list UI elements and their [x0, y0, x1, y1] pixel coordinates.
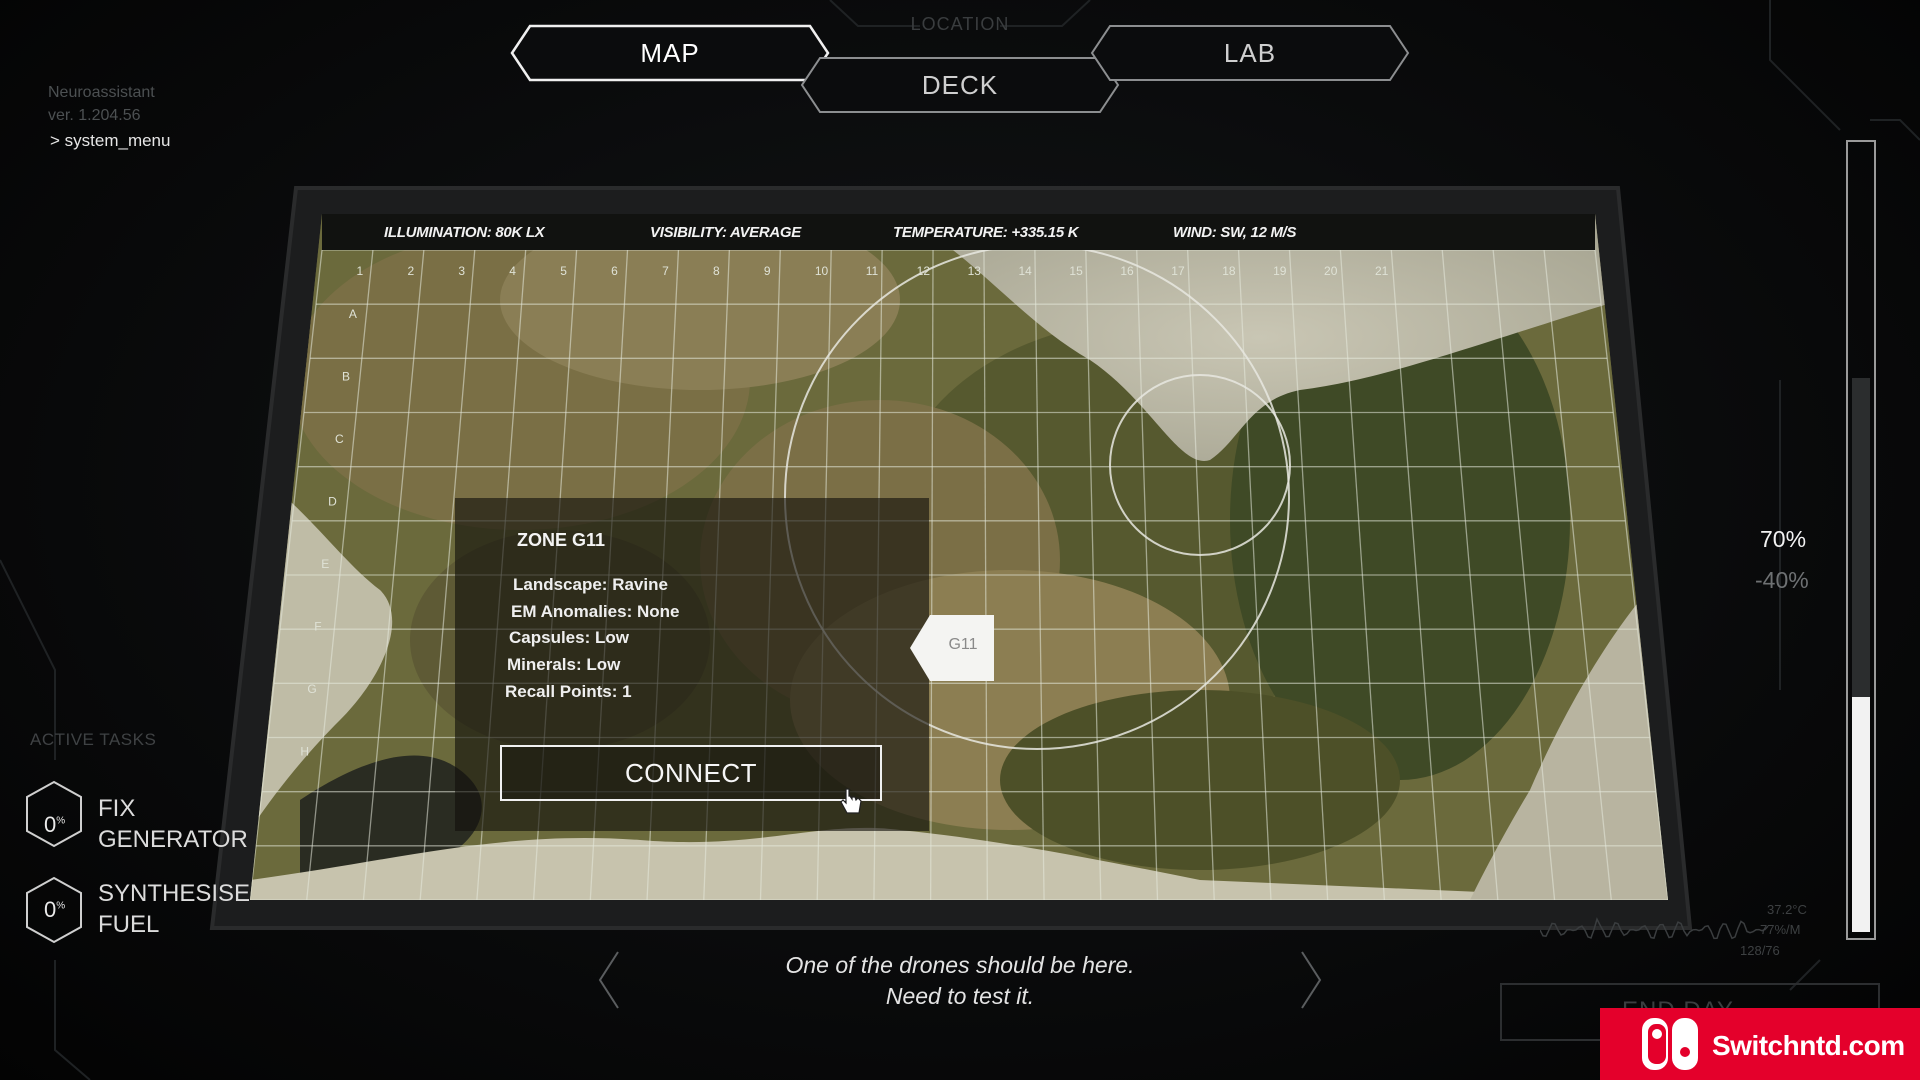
level-slider-range: [1852, 378, 1870, 700]
zone-marker-label: G11: [948, 636, 978, 653]
zone-landscape: Landscape: Ravine: [513, 575, 668, 594]
grid-column-label: 8: [713, 264, 720, 278]
watermark-text: Switchntd.com: [1712, 1030, 1905, 1061]
grid-column-label: 19: [1273, 264, 1287, 278]
grid-column-label: 18: [1222, 264, 1236, 278]
task-name[interactable]: SYNTHESISE FUEL: [98, 878, 250, 940]
grid-column-label: 10: [815, 264, 829, 278]
grid-column-label: 16: [1120, 264, 1134, 278]
grid-row-label: G: [307, 682, 316, 696]
active-tasks-heading: ACTIVE TASKS: [30, 730, 157, 749]
chevron-left-icon[interactable]: [596, 950, 622, 1010]
zone-capsules: Capsules: Low: [509, 628, 629, 647]
grid-column-label: 5: [560, 264, 567, 278]
connect-button[interactable]: CONNECT: [500, 745, 882, 801]
grid-row-label: H: [300, 745, 309, 759]
grid-row-label: D: [328, 495, 337, 509]
body-temperature-readout: 37.2°C: [1767, 902, 1807, 917]
grid-row-label: B: [342, 370, 350, 384]
grid-column-label: 12: [917, 264, 931, 278]
task-name[interactable]: FIX GENERATOR: [98, 793, 248, 855]
grid-column-label: 15: [1069, 264, 1083, 278]
grid-column-label: 21: [1375, 264, 1389, 278]
pulse-readout: 77%/M: [1760, 922, 1801, 937]
grid-row-label: C: [335, 432, 344, 446]
dialogue-line-1: One of the drones should be here.: [785, 952, 1135, 978]
grid-row-label: A: [349, 307, 357, 321]
console-logo-icon: [1642, 1018, 1698, 1070]
chevron-right-icon[interactable]: [1298, 950, 1324, 1010]
level-delta: -40%: [1755, 567, 1809, 593]
grid-column-label: 6: [611, 264, 618, 278]
level-slider-fill: [1852, 697, 1870, 932]
temperature-stat: TEMPERATURE: +335.15 K: [893, 224, 1079, 241]
grid-column-label: 13: [968, 264, 982, 278]
grid-column-label: 11: [866, 264, 879, 278]
task-progress-value: 0%: [44, 812, 66, 837]
grid-column-label: 17: [1171, 264, 1185, 278]
grid-row-label: F: [314, 620, 321, 634]
task-progress-value: 0%: [44, 897, 66, 922]
grid-column-label: 9: [764, 264, 771, 278]
zone-recall-points: Recall Points: 1: [505, 682, 632, 701]
grid-column-label: 14: [1019, 264, 1033, 278]
grid-column-labels: 1 2 3 4 5 6 7 8 9 10 11 12 13 14 15 16 17 18 19 20 21: [357, 264, 1389, 278]
grid-column-label: 20: [1324, 264, 1338, 278]
grid-row-label: E: [321, 557, 329, 571]
grid-column-label: 3: [458, 264, 465, 278]
visibility-stat: VISIBILITY: AVERAGE: [650, 224, 801, 241]
zone-title: ZONE G11: [517, 530, 606, 550]
grid-column-label: 4: [509, 264, 516, 278]
grid-column-label: 7: [662, 264, 669, 278]
wind-stat: WIND: SW, 12 M/S: [1173, 224, 1297, 241]
level-value: 70%: [1760, 526, 1807, 552]
connect-button-label: CONNECT: [624, 757, 758, 788]
waveform-graph: [1540, 917, 1769, 940]
hand-pointer-icon: [840, 788, 862, 814]
grid-column-label: 2: [407, 264, 414, 278]
zone-minerals: Minerals: Low: [507, 655, 621, 674]
zone-em-anomalies: EM Anomalies: None: [511, 602, 680, 621]
pressure-readout: 128/76: [1740, 943, 1780, 958]
dialogue-line-2: Need to test it.: [885, 983, 1035, 1009]
illumination-stat: ILLUMINATION: 80K LX: [384, 224, 545, 241]
grid-column-label: 1: [357, 264, 364, 278]
